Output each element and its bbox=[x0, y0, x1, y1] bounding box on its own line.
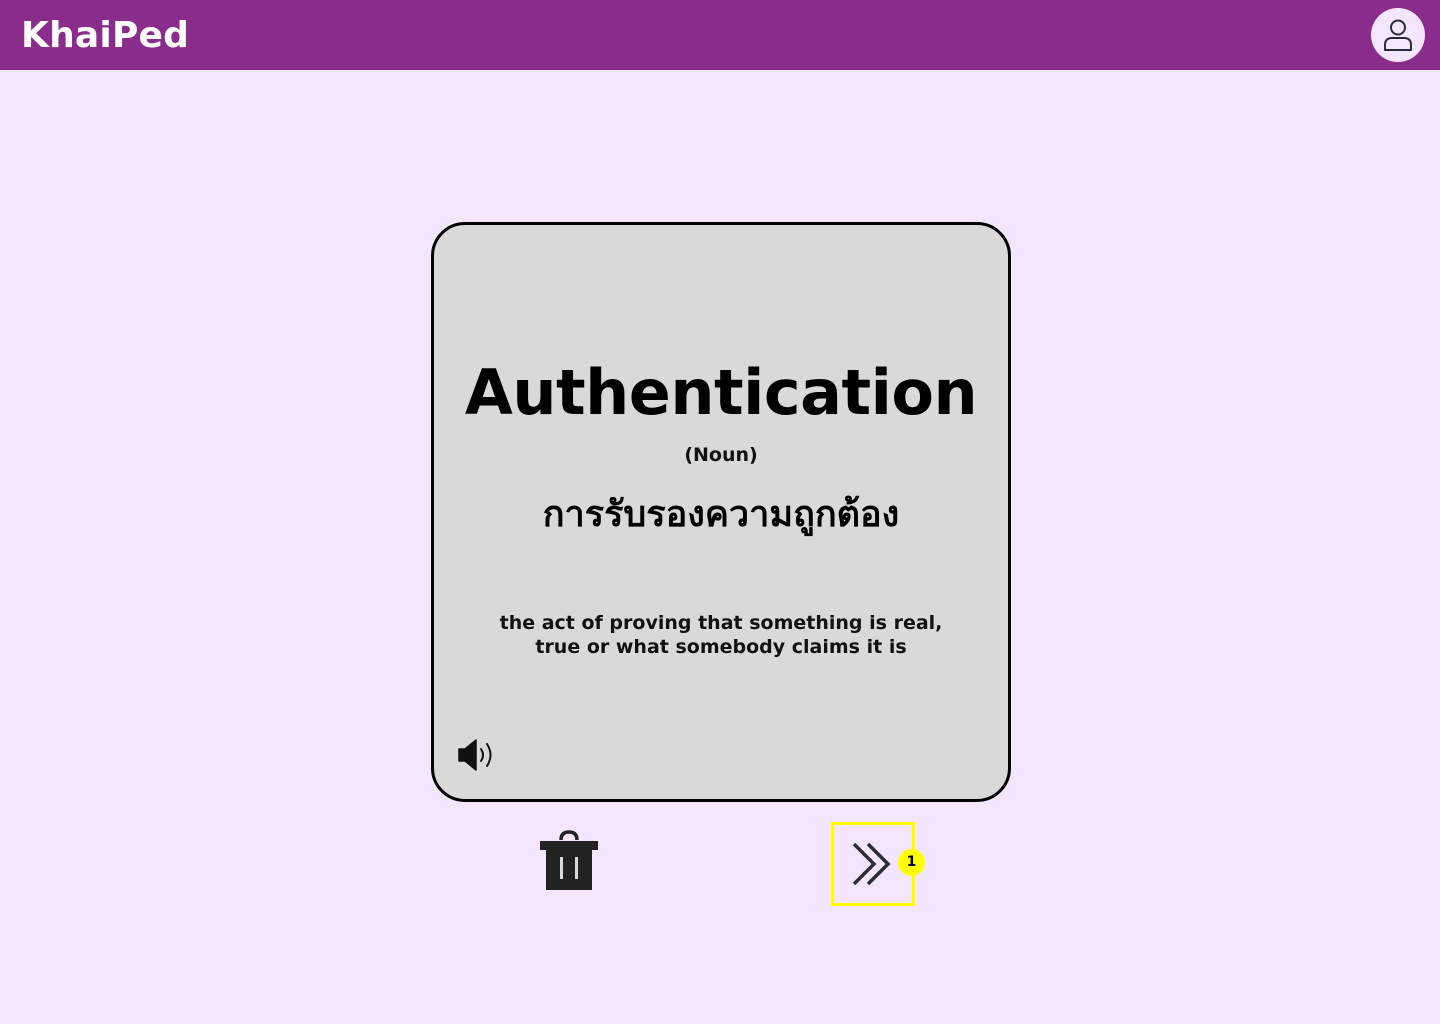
next-count-badge: 1 bbox=[898, 849, 925, 876]
user-icon bbox=[1384, 19, 1412, 51]
delete-button[interactable] bbox=[538, 830, 600, 892]
brand-logo[interactable]: KhaiPed bbox=[21, 14, 189, 58]
definition-text: the act of proving that something is rea… bbox=[499, 612, 943, 658]
play-audio-button[interactable] bbox=[456, 733, 500, 777]
double-chevron-right-icon bbox=[852, 842, 891, 886]
top-bar: KhaiPed bbox=[0, 0, 1440, 70]
trash-icon bbox=[540, 830, 598, 890]
flashcard[interactable]: Authentication (Noun) การรับรองความถูกต้… bbox=[431, 222, 1011, 802]
thai-translation: การรับรองความถูกต้อง bbox=[542, 494, 900, 535]
vocabulary-term: Authentication bbox=[464, 356, 978, 429]
speaker-icon bbox=[458, 739, 492, 771]
part-of-speech: (Noun) bbox=[684, 444, 758, 466]
profile-button[interactable] bbox=[1371, 8, 1425, 62]
